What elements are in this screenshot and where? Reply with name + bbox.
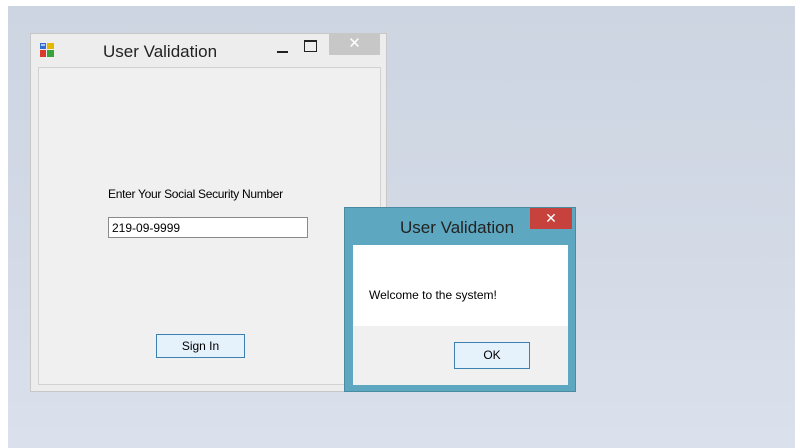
- message-box-close-button[interactable]: ✕: [530, 208, 572, 229]
- minimize-icon[interactable]: [277, 42, 290, 55]
- ssn-input[interactable]: [108, 217, 308, 238]
- message-box-title: User Validation: [400, 218, 515, 237]
- maximize-icon[interactable]: [304, 40, 317, 52]
- ok-button[interactable]: OK: [454, 342, 530, 369]
- message-box-footer: OK: [353, 326, 568, 385]
- message-box: User Validation ✕ Welcome to the system!…: [344, 207, 576, 392]
- main-window: User Validation ✕ Enter Your Social Secu…: [30, 33, 387, 392]
- ssn-prompt-label: Enter Your Social Security Number: [108, 187, 283, 201]
- title-bar[interactable]: User Validation ✕: [31, 34, 386, 67]
- window-title: User Validation: [103, 42, 218, 61]
- sign-in-button[interactable]: Sign In: [156, 334, 245, 358]
- form-client-area: Enter Your Social Security Number Sign I…: [38, 67, 381, 385]
- close-button[interactable]: ✕: [329, 34, 380, 55]
- message-box-body: Welcome to the system! OK: [353, 245, 568, 385]
- form-app-icon: [40, 43, 54, 57]
- message-text: Welcome to the system!: [369, 288, 497, 302]
